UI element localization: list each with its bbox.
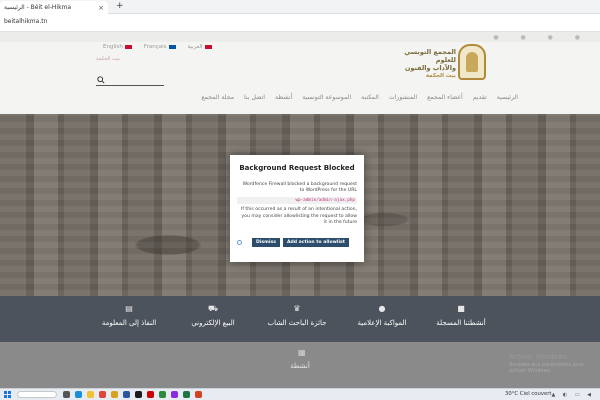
nav-about[interactable]: تقديم xyxy=(473,94,487,101)
taskbar-apps xyxy=(63,391,202,398)
activate-windows-subtitle: Accédez aux paramètres pour activer Wind… xyxy=(509,362,585,374)
language-switcher: English Français العربية xyxy=(103,44,212,50)
taskbar-search-input[interactable] xyxy=(17,391,57,398)
search-input[interactable] xyxy=(96,74,164,86)
blocked-url: wp-admin/admin-ajax.php xyxy=(237,197,357,205)
nav-encyclopedia[interactable]: الموسوعة التونسية xyxy=(302,94,351,101)
dialog-title: Background Request Blocked xyxy=(239,164,355,172)
lang-arabic[interactable]: العربية xyxy=(188,44,212,50)
site-emblem-logo[interactable] xyxy=(458,44,486,80)
chrome-icon[interactable] xyxy=(99,391,106,398)
dialog-text-allowlist: If this occurred as a result of an inten… xyxy=(241,207,357,225)
lang-french[interactable]: Français xyxy=(144,44,176,50)
services-bar: ■ أنشطتنا المسجلة ● المواكبة الإعلامية ♛… xyxy=(0,296,600,342)
dismiss-button[interactable]: Dismiss xyxy=(252,238,280,247)
address-bar[interactable]: beitalhikma.tn xyxy=(0,14,600,32)
service-young-researcher-prize[interactable]: ♛ جائزة الباحث الشاب xyxy=(262,304,332,327)
app-icon-3[interactable] xyxy=(135,391,142,398)
lang-english[interactable]: English xyxy=(103,44,132,50)
weather-widget[interactable]: 30°C Ciel couvert xyxy=(505,391,552,397)
start-button-icon[interactable] xyxy=(4,391,11,398)
nav-home[interactable]: الرئيسية xyxy=(497,94,518,101)
dialog-actions: Dismiss Add action to allowlist xyxy=(237,238,357,247)
service-online-sales[interactable]: ⛟ البيع الإلكتروني xyxy=(182,304,244,327)
camera-icon: ■ xyxy=(457,304,465,313)
social-icons[interactable]: ● ● ● ● xyxy=(493,34,590,41)
service-media-coverage[interactable]: ● المواكبة الإعلامية xyxy=(350,304,414,327)
edge-icon[interactable] xyxy=(75,391,82,398)
dialog-text-blocked: Wordfence Firewall blocked a background … xyxy=(242,182,357,194)
trophy-icon: ♛ xyxy=(293,304,301,313)
app-icon-6[interactable] xyxy=(171,391,178,398)
app-icon-5[interactable] xyxy=(159,391,166,398)
windows-taskbar: 30°C Ciel couvert ▲ ◐ ▭ ◀ xyxy=(0,388,600,400)
nav-journal[interactable]: مجلة المجمع xyxy=(201,94,234,101)
activities-title: أنشطة xyxy=(290,362,310,370)
browser-tab[interactable]: الرئيسية - Béit el-Hikma × xyxy=(0,1,108,14)
wordfence-blocked-dialog: Background Request Blocked Wordfence Fir… xyxy=(230,155,364,262)
search-icon xyxy=(97,75,105,84)
nav-publications[interactable]: المنشورات xyxy=(389,94,417,101)
close-tab-icon[interactable]: × xyxy=(98,4,104,12)
nav-contact[interactable]: اتصل بنا xyxy=(244,94,265,101)
service-recorded-activities[interactable]: ■ أنشطتنا المسجلة xyxy=(432,304,490,327)
app-icon-4[interactable] xyxy=(147,391,154,398)
app-icon-1[interactable] xyxy=(111,391,118,398)
header-small-link[interactable]: بيت الحكمة xyxy=(96,56,120,62)
site-logo-text[interactable]: المجمع التونسي للعلوم والآداب والفنون بي… xyxy=(394,48,456,80)
nav-library[interactable]: المكتبة xyxy=(361,94,379,101)
app-icon-2[interactable] xyxy=(123,391,130,398)
app-icon-8[interactable] xyxy=(195,391,202,398)
main-navigation: الرئيسية تقديم أعضاء المجمع المنشورات ال… xyxy=(178,94,518,101)
document-icon: ▤ xyxy=(125,304,133,313)
activate-windows-title: Activer Windows xyxy=(509,353,568,361)
loading-spinner-icon xyxy=(237,240,242,245)
url-text[interactable]: beitalhikma.tn xyxy=(4,18,47,25)
cart-icon: ⛟ xyxy=(207,304,219,313)
task-view-icon[interactable] xyxy=(63,391,70,398)
file-explorer-icon[interactable] xyxy=(87,391,94,398)
new-tab-button[interactable]: + xyxy=(116,1,124,11)
nav-members[interactable]: أعضاء المجمع xyxy=(427,94,463,101)
microphone-icon: ● xyxy=(378,304,386,313)
browser-tab-bar: الرئيسية - Béit el-Hikma × + xyxy=(0,0,600,14)
tab-title: الرئيسية - Béit el-Hikma xyxy=(4,4,72,11)
service-access-information[interactable]: ▤ النفاذ إلى المعلومة xyxy=(94,304,164,327)
top-strip: ● ● ● ● xyxy=(0,32,600,42)
add-to-allowlist-button[interactable]: Add action to allowlist xyxy=(282,238,349,247)
system-tray[interactable]: ▲ ◐ ▭ ◀ xyxy=(551,392,594,398)
nav-activities[interactable]: أنشطة xyxy=(275,94,292,101)
calendar-icon: ▦ xyxy=(298,348,306,357)
app-icon-7[interactable] xyxy=(183,391,190,398)
site-header: ● ● ● ● English Français العربية بيت الح… xyxy=(0,32,600,114)
